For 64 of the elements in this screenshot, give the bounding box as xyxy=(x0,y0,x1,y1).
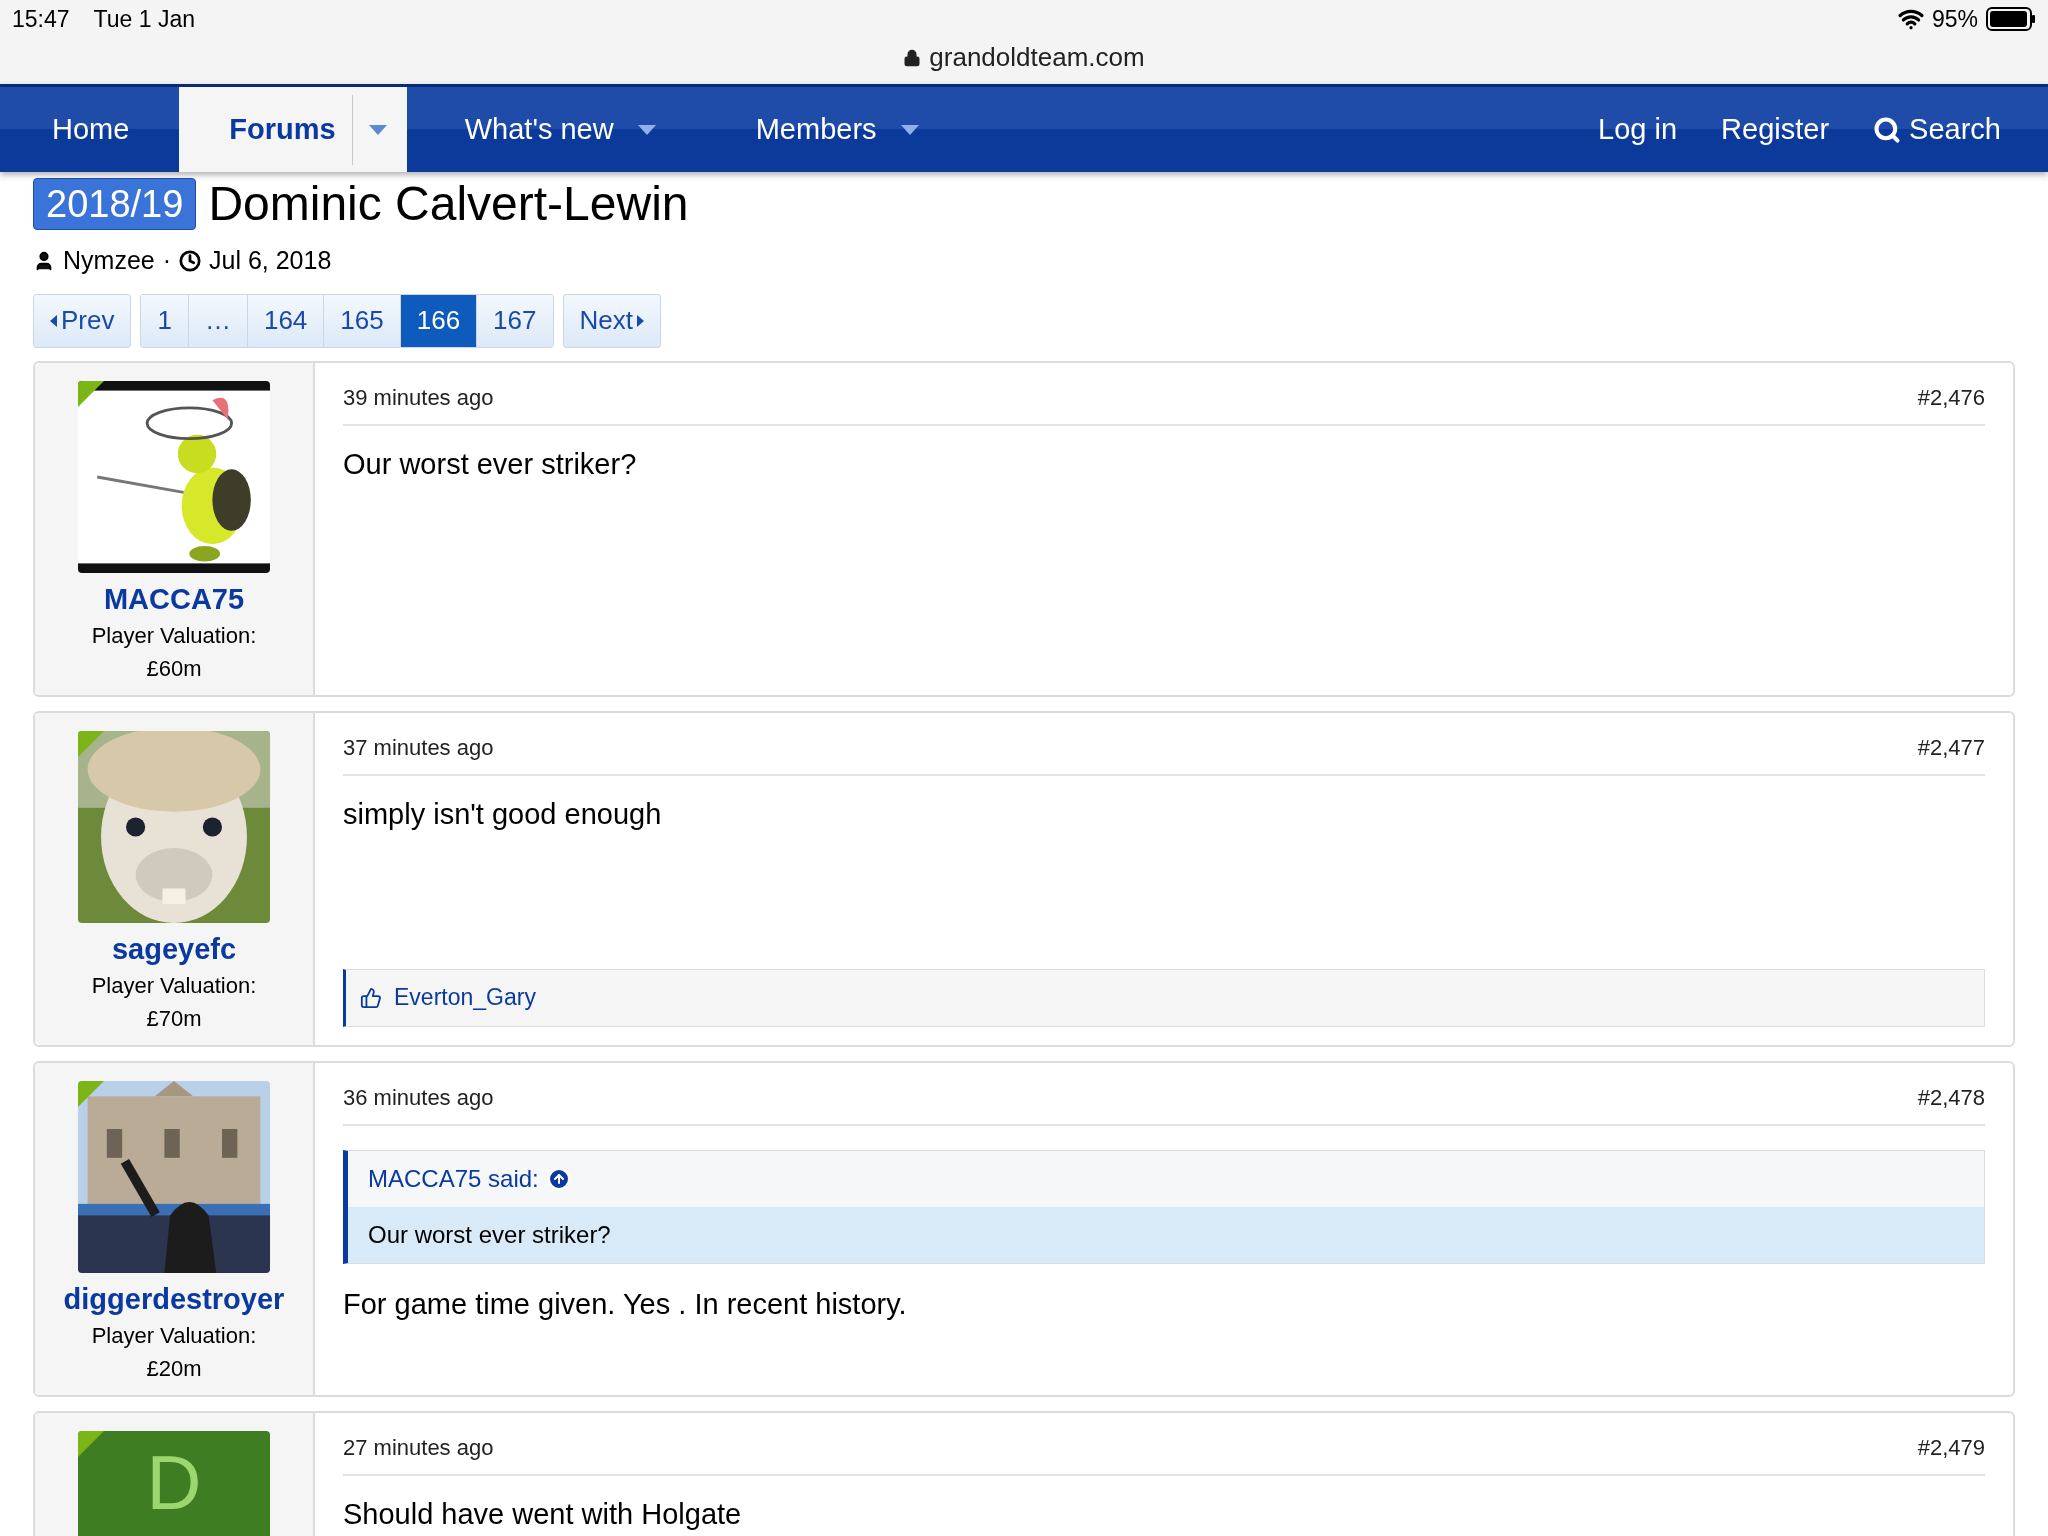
page-button[interactable]: 164 xyxy=(246,294,324,347)
corner-marker-icon xyxy=(78,730,104,757)
next-button[interactable]: Next xyxy=(562,293,661,348)
nav-tab[interactable]: What's new xyxy=(414,87,706,172)
post-body: simply isn't good enough xyxy=(343,796,663,832)
nav-link[interactable]: Log in xyxy=(1576,87,1700,172)
post-time[interactable]: 39 minutes ago xyxy=(343,380,494,414)
username[interactable]: sageyefc xyxy=(111,930,237,967)
thread-date: Jul 6, 2018 xyxy=(209,245,332,276)
caret-icon[interactable] xyxy=(900,124,919,135)
battery-percent: 95% xyxy=(1931,4,1978,34)
nav-tab[interactable]: Members xyxy=(705,87,969,172)
thread-author[interactable]: Nymzee xyxy=(63,242,155,280)
url-text[interactable]: grandoldteam.com xyxy=(929,38,1145,77)
username[interactable]: MACCA75 xyxy=(103,580,245,617)
lock-icon xyxy=(903,48,922,67)
page-button[interactable]: 167 xyxy=(476,294,553,347)
valuation-label: Player Valuation: xyxy=(91,971,257,1000)
corner-marker-icon xyxy=(78,1430,104,1457)
search-icon xyxy=(1873,115,1902,144)
prev-button[interactable]: Prev xyxy=(33,293,132,348)
post-time[interactable]: 37 minutes ago xyxy=(343,730,494,764)
clock-icon xyxy=(179,249,201,272)
valuation-value: £70m xyxy=(146,1004,202,1033)
page-button[interactable]: 1 xyxy=(141,294,188,347)
right-triangle-icon xyxy=(636,314,644,327)
caret-icon[interactable] xyxy=(368,124,387,135)
corner-marker-icon xyxy=(78,380,104,407)
page-button[interactable]: … xyxy=(187,294,247,347)
quote-text: Our worst ever striker? xyxy=(348,1206,1984,1263)
left-triangle-icon xyxy=(50,314,57,327)
post-body: For game time given. Yes . In recent history. xyxy=(343,1286,908,1322)
status-time: 15:47 xyxy=(12,4,70,34)
jump-up-icon[interactable] xyxy=(546,1166,571,1191)
status-date: Tue 1 Jan xyxy=(93,4,195,34)
page-button[interactable]: 165 xyxy=(323,294,400,347)
battery-icon xyxy=(1986,7,2036,31)
letter-avatar: D xyxy=(78,1430,270,1536)
corner-marker-icon xyxy=(78,1080,104,1107)
valuation-label: Player Valuation: xyxy=(91,621,257,650)
nav-tab[interactable]: Home xyxy=(2,87,180,172)
thread-prefix[interactable]: 2018/19 xyxy=(33,178,197,230)
page-button[interactable]: 166 xyxy=(399,294,477,347)
valuation-label: Player Valuation: xyxy=(91,1321,257,1350)
valuation-value: £20m xyxy=(146,1354,202,1383)
post-number[interactable]: #2,479 xyxy=(1917,1430,1985,1464)
post-time[interactable]: 27 minutes ago xyxy=(343,1430,494,1464)
nav-tab[interactable]: Forums xyxy=(179,87,407,172)
post-number[interactable]: #2,478 xyxy=(1917,1080,1985,1114)
search-button[interactable]: Search xyxy=(1851,87,2046,172)
quote-source[interactable]: MACCA75 said: xyxy=(368,1160,539,1197)
reaction-user[interactable]: Everton_Gary xyxy=(394,980,536,1015)
valuation-value: £60m xyxy=(146,654,202,683)
thread-title: Dominic Calvert-Lewin xyxy=(208,180,689,228)
post-number[interactable]: #2,477 xyxy=(1917,730,1985,764)
post-body: Should have went with Holgate xyxy=(343,1496,743,1532)
post-number[interactable]: #2,476 xyxy=(1917,380,1985,414)
post-body: Our worst ever striker? xyxy=(343,446,638,482)
thumbs-up-icon xyxy=(360,986,382,1009)
post-time[interactable]: 36 minutes ago xyxy=(343,1080,494,1114)
separator-dot: · xyxy=(162,245,171,276)
username[interactable]: diggerdestroyer xyxy=(63,1280,285,1317)
caret-icon[interactable] xyxy=(637,124,656,135)
nav-link[interactable]: Register xyxy=(1699,87,1852,172)
